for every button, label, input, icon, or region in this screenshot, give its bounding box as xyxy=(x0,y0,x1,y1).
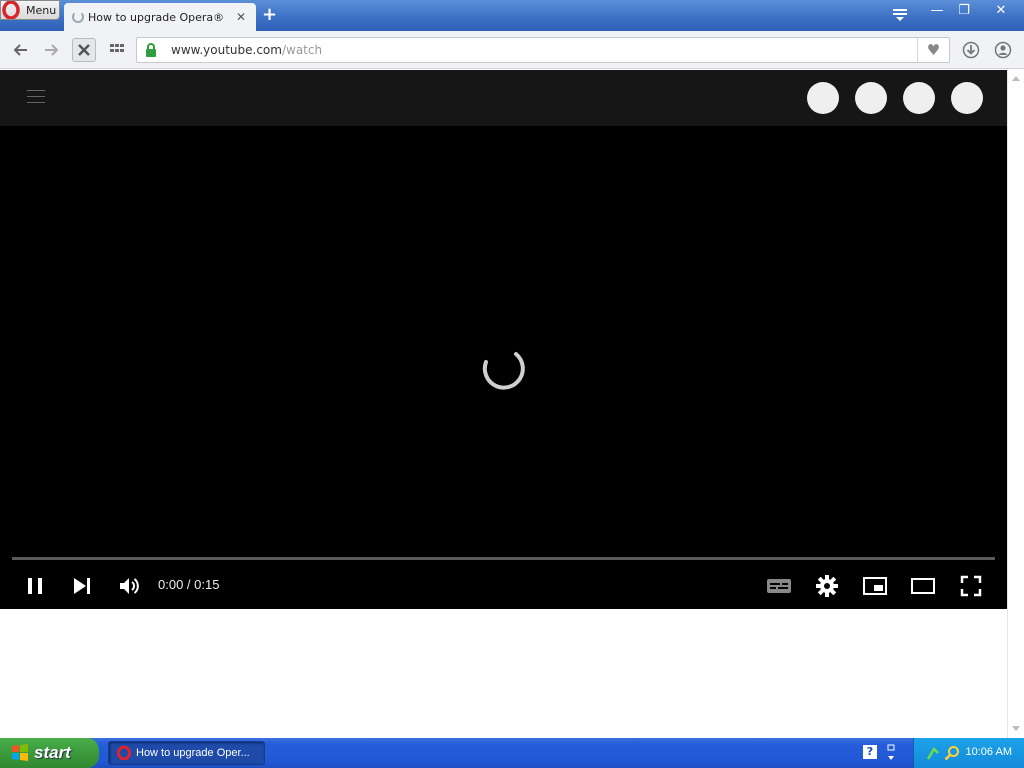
taskbar-item-label: How to upgrade Oper... xyxy=(136,747,250,759)
close-window-button[interactable]: ✕ xyxy=(990,2,1012,20)
network-icon[interactable] xyxy=(926,745,940,761)
search-icon[interactable] xyxy=(944,745,960,761)
account-icon[interactable] xyxy=(994,41,1012,59)
secure-lock-icon xyxy=(145,43,157,57)
opera-menu-button[interactable]: Menu xyxy=(0,0,60,20)
windows-flag-icon xyxy=(10,743,30,763)
url-host: www.youtube.com xyxy=(171,43,282,57)
next-video-icon[interactable] xyxy=(70,574,94,598)
youtube-header xyxy=(0,70,1007,126)
progress-bar[interactable] xyxy=(12,557,995,560)
video-player[interactable]: 0:00 / 0:15 xyxy=(0,126,1007,609)
scroll-down-arrow-icon[interactable] xyxy=(1012,726,1020,731)
buffering-spinner-icon xyxy=(472,338,536,402)
hamburger-menu-icon[interactable] xyxy=(27,90,45,104)
bookmark-heart-icon[interactable]: ♥ xyxy=(917,38,949,62)
browser-titlebar: Menu How to upgrade Opera® 10.6 ✕ + — ❐ … xyxy=(0,0,1024,31)
forward-arrow-icon[interactable] xyxy=(42,41,60,59)
pause-icon[interactable] xyxy=(23,574,47,598)
volume-icon[interactable] xyxy=(117,574,141,598)
tab-menu-icon[interactable] xyxy=(892,8,908,22)
tab-title: How to upgrade Opera® 10.6 xyxy=(88,10,228,24)
page-content: 0:00 / 0:15 xyxy=(0,70,1007,738)
loading-spinner-icon xyxy=(72,11,84,23)
header-placeholder-circle-1[interactable] xyxy=(807,82,839,114)
settings-gear-icon[interactable] xyxy=(815,574,839,598)
opera-logo-icon xyxy=(2,0,20,20)
vertical-scrollbar[interactable] xyxy=(1007,70,1024,738)
windows-taskbar: start How to upgrade Oper... ? 10:06 AM xyxy=(0,738,1024,768)
time-display: 0:00 / 0:15 xyxy=(158,577,220,592)
address-field[interactable]: www.youtube.com/watch ♥ xyxy=(136,37,950,63)
url-path: /watch xyxy=(281,43,323,57)
system-tray: 10:06 AM xyxy=(913,738,1024,768)
fullscreen-icon[interactable] xyxy=(959,574,983,598)
tab-active[interactable]: How to upgrade Opera® 10.6 ✕ xyxy=(64,3,256,31)
new-tab-button[interactable]: + xyxy=(262,6,277,24)
downloads-icon[interactable] xyxy=(962,41,980,59)
menu-label: Menu xyxy=(26,3,57,17)
taskbar-item-opera[interactable]: How to upgrade Oper... xyxy=(108,741,265,765)
miniplayer-icon[interactable] xyxy=(862,574,887,598)
tab-close-icon[interactable]: ✕ xyxy=(236,10,246,24)
scroll-up-arrow-icon[interactable] xyxy=(1012,76,1020,81)
minimize-button[interactable]: — xyxy=(926,2,948,20)
header-placeholder-circle-4[interactable] xyxy=(951,82,983,114)
header-placeholder-circle-2[interactable] xyxy=(855,82,887,114)
restore-button[interactable]: ❐ xyxy=(953,2,975,20)
theater-mode-icon[interactable] xyxy=(910,574,935,598)
back-arrow-icon[interactable] xyxy=(12,41,30,59)
start-button[interactable]: start xyxy=(0,738,99,768)
opera-taskbar-icon xyxy=(117,746,131,760)
start-label: start xyxy=(34,743,71,762)
stop-loading-button[interactable] xyxy=(72,38,96,62)
clock: 10:06 AM xyxy=(965,746,1012,758)
speed-dial-grid-icon[interactable] xyxy=(108,41,126,59)
url-text: www.youtube.com/watch xyxy=(171,43,322,57)
address-toolbar: www.youtube.com/watch ♥ xyxy=(0,31,1024,69)
tray-arrows-icon[interactable] xyxy=(886,743,896,763)
header-placeholder-circle-3[interactable] xyxy=(903,82,935,114)
help-icon[interactable]: ? xyxy=(863,745,877,759)
subtitles-icon[interactable] xyxy=(766,574,791,598)
